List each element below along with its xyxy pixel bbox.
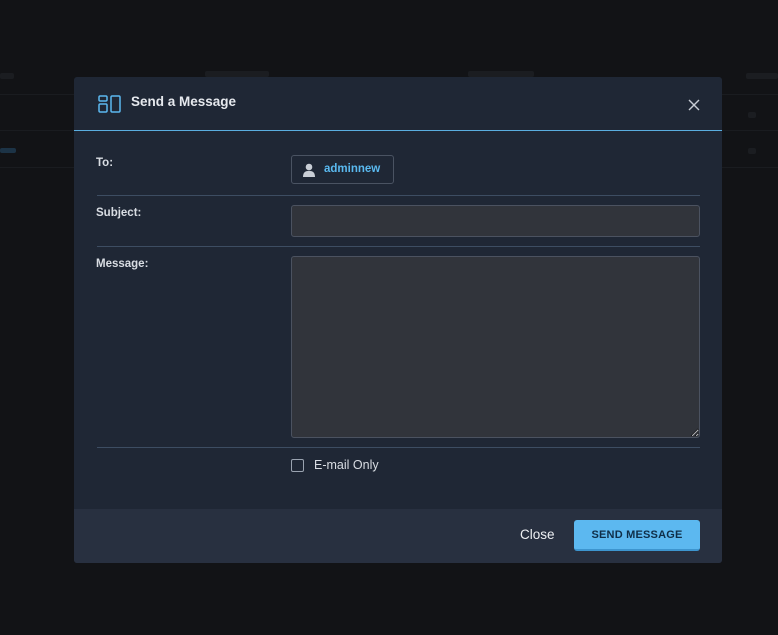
background-table-cell (748, 148, 756, 154)
close-icon[interactable] (686, 97, 702, 113)
message-textarea[interactable] (291, 256, 700, 438)
send-message-button[interactable]: SEND MESSAGE (574, 520, 700, 551)
dialog-footer: Close SEND MESSAGE (74, 509, 722, 563)
subject-label: Subject: (96, 207, 142, 219)
layout-icon (98, 95, 121, 113)
recipient-name: adminnew (324, 163, 381, 175)
message-label: Message: (96, 258, 149, 270)
subject-input[interactable] (291, 205, 700, 237)
email-only-checkbox[interactable] (291, 459, 304, 472)
background-table-link (0, 148, 16, 153)
row-divider (97, 195, 700, 196)
dialog-title: Send a Message (131, 94, 237, 109)
row-divider (97, 246, 700, 247)
send-message-dialog: Send a Message To: adminnew Subject: Mes… (74, 77, 722, 563)
user-icon (303, 163, 315, 177)
close-button[interactable]: Close (514, 527, 561, 542)
background-table-header (746, 73, 778, 79)
background-table-cell (748, 112, 756, 118)
email-only-label[interactable]: E-mail Only (314, 458, 379, 472)
to-label: To: (96, 157, 114, 169)
row-divider (97, 447, 700, 448)
background-table-header (0, 73, 14, 79)
recipient-chip[interactable]: adminnew (291, 155, 394, 184)
dialog-header: Send a Message (74, 77, 722, 131)
